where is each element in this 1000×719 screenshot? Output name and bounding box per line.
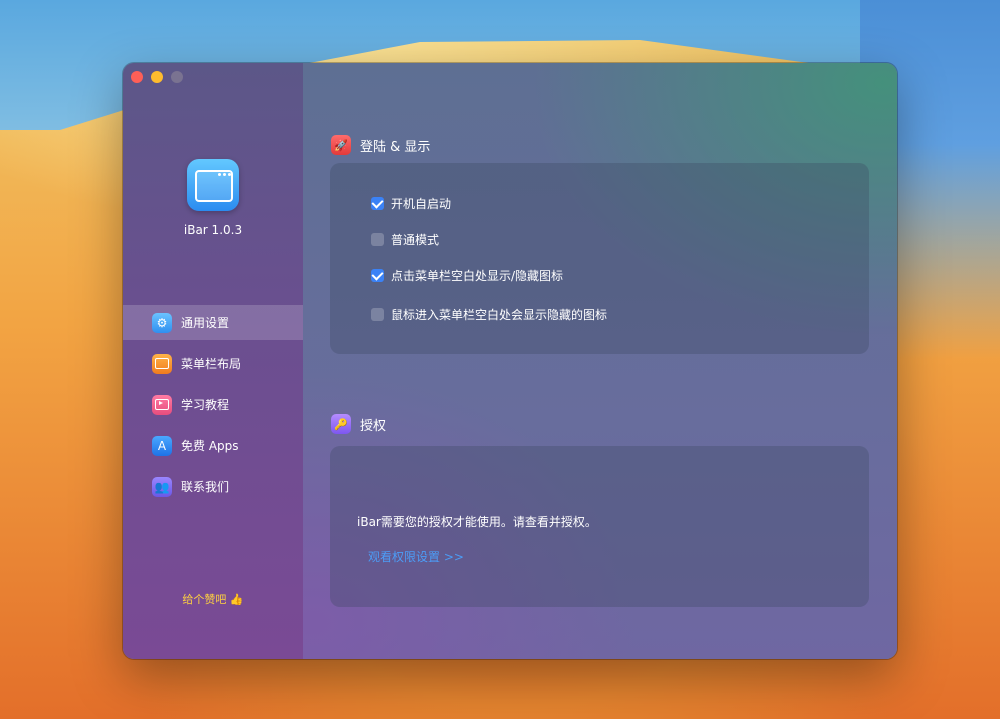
sidebar-item-label: 通用设置 — [181, 316, 230, 330]
sidebar: iBar 1.0.3 ⚙ 通用设置 菜单栏布局 学习教程 A 免费 Apps 👥… — [123, 63, 303, 659]
app-logo-icon — [187, 159, 239, 211]
key-icon: 🔑 — [331, 414, 351, 434]
zoom-button[interactable] — [171, 71, 183, 83]
option-label: 普通模式 — [391, 233, 440, 247]
sidebar-item-label: 菜单栏布局 — [181, 357, 242, 371]
view-permission-settings-link[interactable]: 观看权限设置 >> — [368, 548, 464, 565]
close-button[interactable] — [131, 71, 143, 83]
rocket-icon: 🚀 — [331, 135, 351, 155]
option-launch-at-login[interactable]: 开机自启动 — [371, 195, 451, 212]
sidebar-item-tutorial[interactable]: 学习教程 — [123, 387, 303, 422]
section-title-auth: 🔑 授权 — [331, 414, 386, 434]
checkbox-unchecked[interactable] — [371, 308, 384, 321]
gear-icon: ⚙ — [152, 312, 172, 333]
sidebar-nav: ⚙ 通用设置 菜单栏布局 学习教程 A 免费 Apps 👥 联系我们 — [123, 305, 303, 510]
sidebar-item-label: 联系我们 — [181, 480, 230, 494]
option-click-blank-toggle[interactable]: 点击菜单栏空白处显示/隐藏图标 — [371, 267, 563, 284]
contact-icon: 👥 — [152, 476, 172, 497]
display-settings-card: 开机自启动 普通模式 点击菜单栏空白处显示/隐藏图标 鼠标进入菜单栏空白处会显示… — [330, 163, 869, 354]
window-controls — [131, 71, 183, 83]
minimize-button[interactable] — [151, 71, 163, 83]
option-label: 点击菜单栏空白处显示/隐藏图标 — [391, 269, 564, 283]
auth-description: iBar需要您的授权才能使用。请查看并授权。 — [357, 515, 597, 529]
checkbox-checked[interactable] — [371, 269, 384, 282]
tutorial-icon — [152, 394, 172, 415]
sidebar-item-menubar-layout[interactable]: 菜单栏布局 — [123, 346, 303, 381]
like-button[interactable]: 给个赞吧 👍 — [123, 591, 303, 607]
option-normal-mode[interactable]: 普通模式 — [371, 231, 439, 248]
section-title-text: 授权 — [360, 418, 387, 434]
checkbox-unchecked[interactable] — [371, 233, 384, 246]
option-hover-show-hidden[interactable]: 鼠标进入菜单栏空白处会显示隐藏的图标 — [371, 306, 607, 323]
sidebar-item-contact[interactable]: 👥 联系我们 — [123, 469, 303, 504]
sidebar-item-label: 学习教程 — [181, 398, 230, 412]
checkbox-checked[interactable] — [371, 197, 384, 210]
sidebar-item-label: 免费 Apps — [181, 439, 239, 453]
option-label: 鼠标进入菜单栏空白处会显示隐藏的图标 — [391, 308, 608, 322]
app-window: iBar 1.0.3 ⚙ 通用设置 菜单栏布局 学习教程 A 免费 Apps 👥… — [123, 63, 897, 659]
section-title-text: 登陆 & 显示 — [360, 139, 431, 155]
app-version: iBar 1.0.3 — [183, 223, 243, 237]
auth-card: iBar需要您的授权才能使用。请查看并授权。 观看权限设置 >> — [330, 446, 869, 607]
section-title-display: 🚀 登陆 & 显示 — [331, 135, 430, 155]
option-label: 开机自启动 — [391, 197, 452, 211]
layout-icon — [152, 353, 172, 374]
app-store-icon: A — [152, 435, 172, 456]
sidebar-item-general-settings[interactable]: ⚙ 通用设置 — [123, 305, 303, 340]
sidebar-item-free-apps[interactable]: A 免费 Apps — [123, 428, 303, 463]
